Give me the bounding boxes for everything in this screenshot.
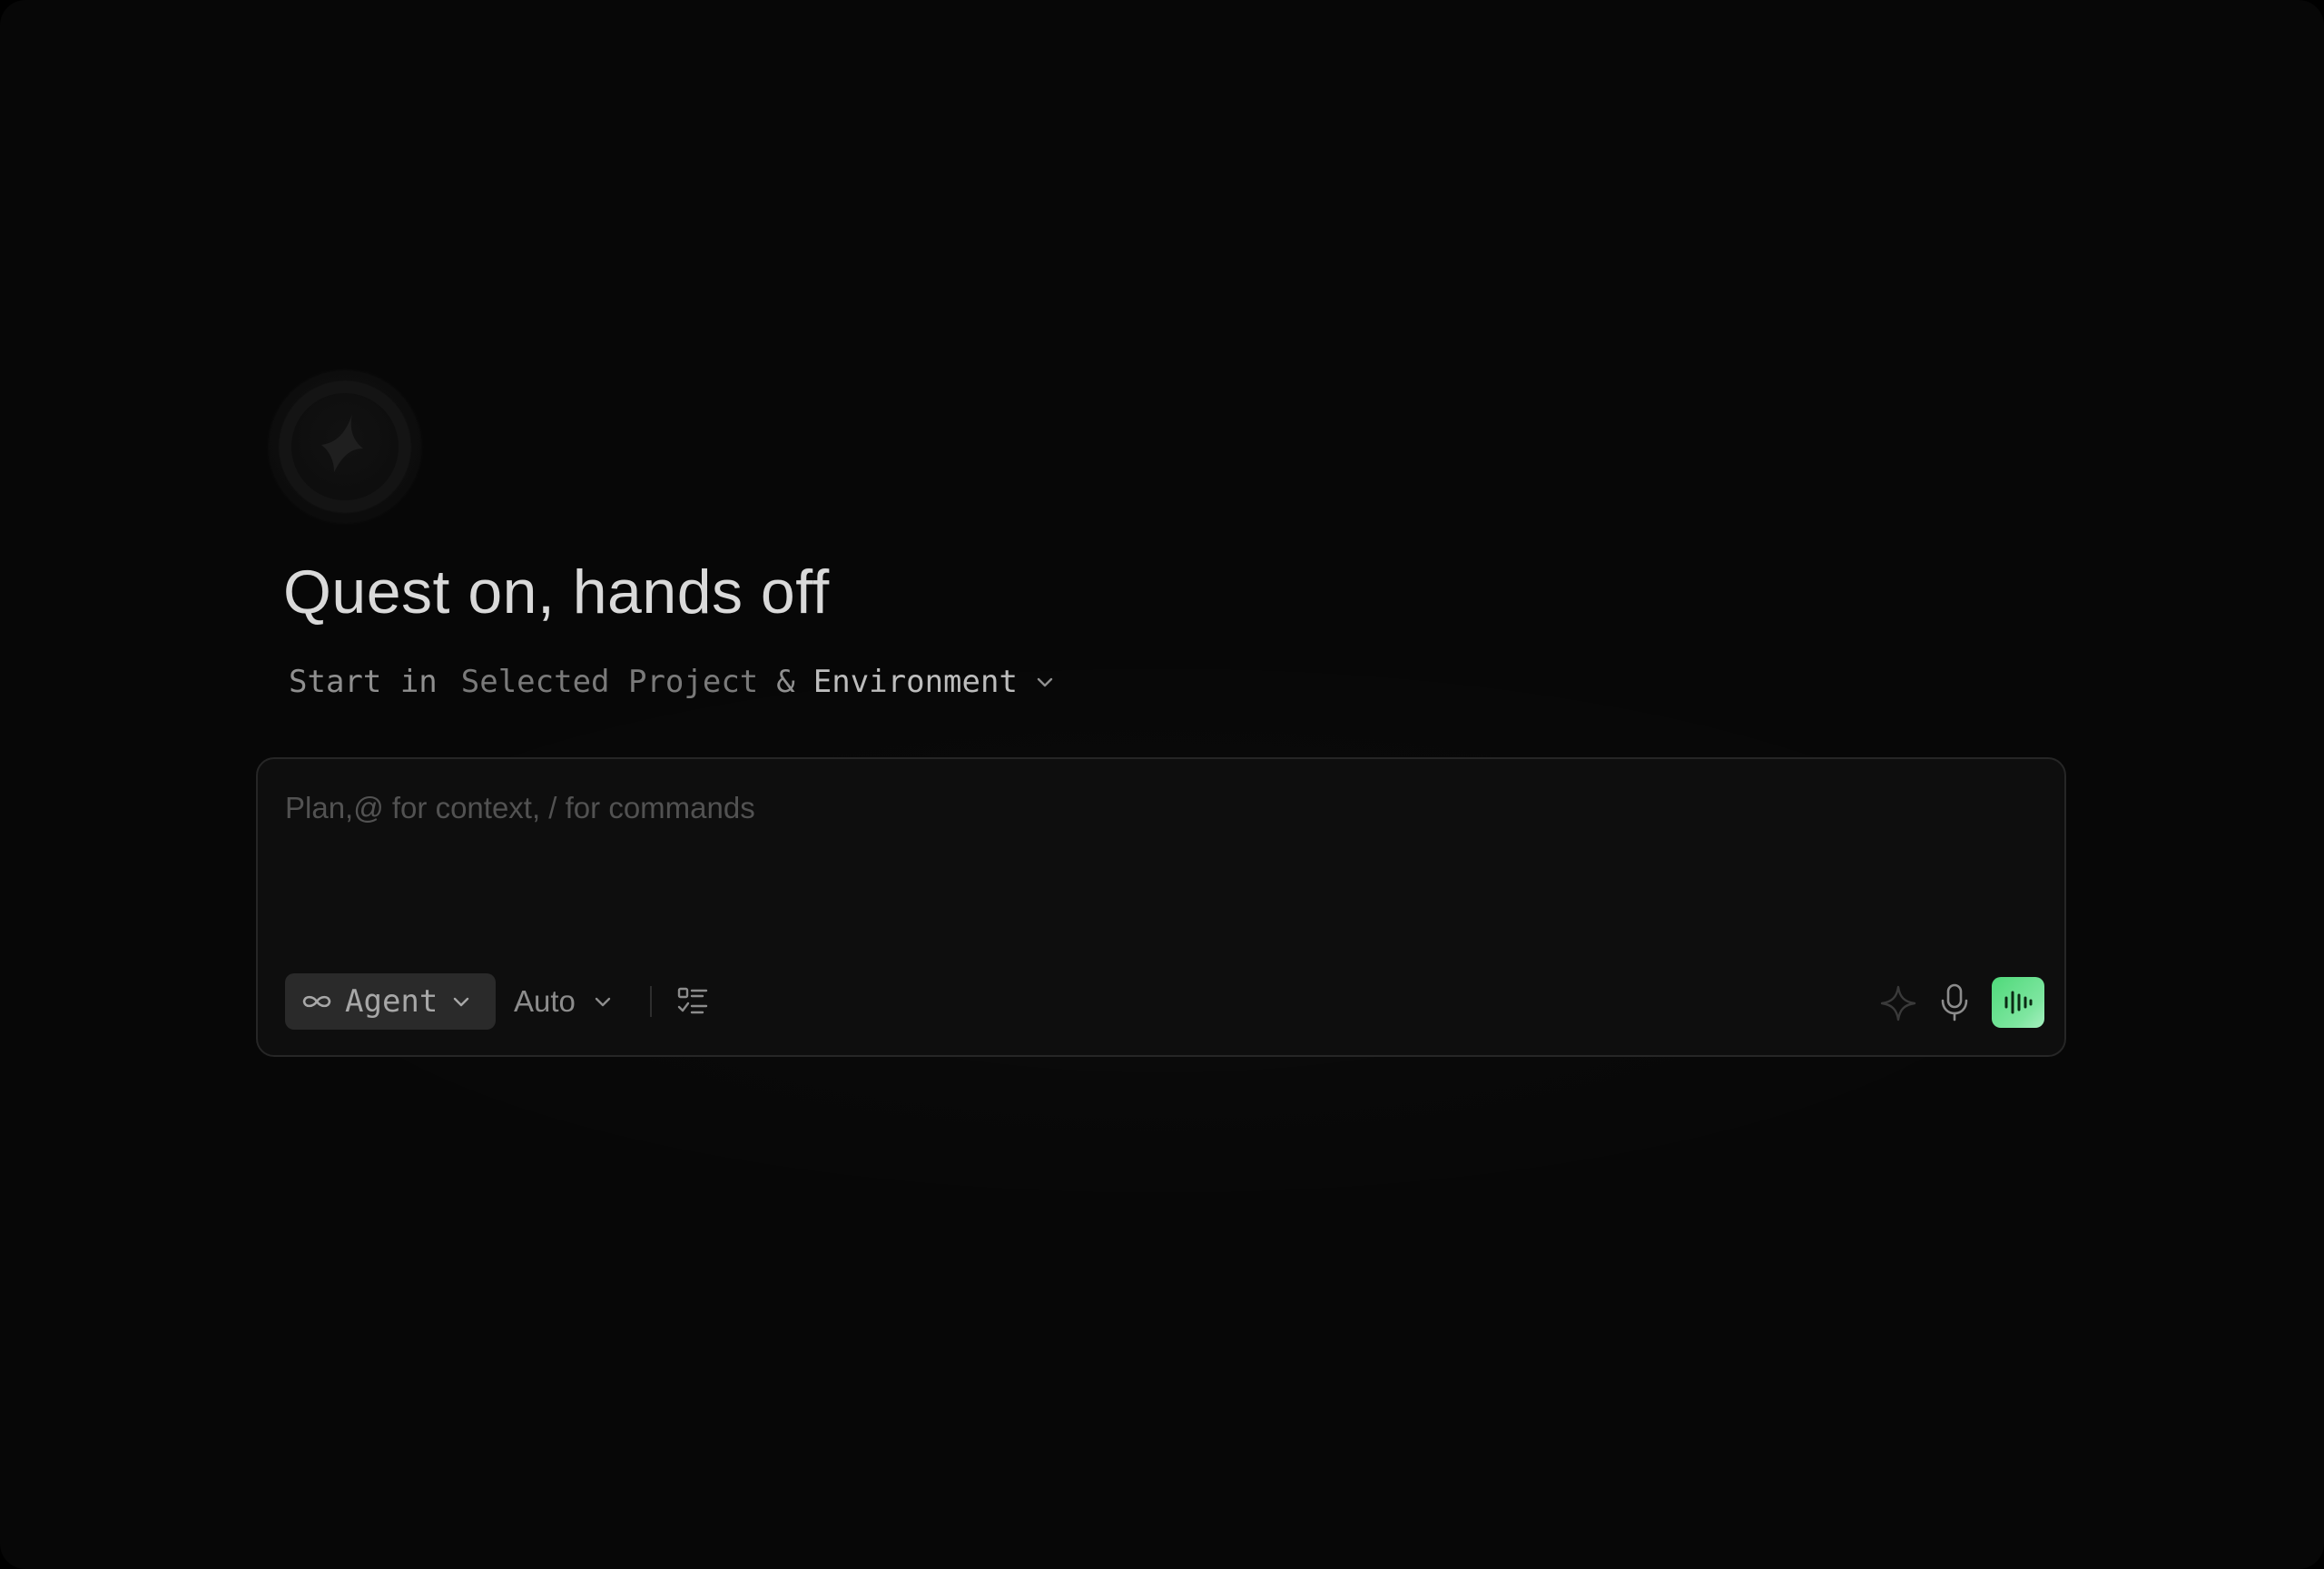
star-logo-icon — [269, 370, 421, 523]
agent-mode-button[interactable]: Agent — [285, 973, 496, 1030]
chevron-down-icon — [592, 991, 614, 1012]
project-label: Selected Project — [460, 664, 759, 700]
sparkle-icon[interactable] — [1879, 984, 1917, 1022]
chevron-down-icon — [450, 991, 472, 1012]
audio-wave-icon — [2003, 989, 2034, 1016]
start-in-row: Start in Selected Project & Environment — [289, 659, 1056, 705]
agent-mode-label: Agent — [345, 983, 438, 1020]
ampersand-label: & — [776, 664, 795, 700]
prompt-composer: Agent Auto — [256, 757, 2066, 1057]
project-environment-selector[interactable]: Selected Project & Environment — [461, 664, 1056, 700]
infinity-icon — [300, 991, 334, 1012]
toolbar-divider — [650, 986, 652, 1017]
environment-label: Environment — [812, 664, 1018, 700]
voice-mode-button[interactable] — [1992, 977, 2044, 1028]
page-title: Quest on, hands off — [283, 558, 830, 627]
app-window: Quest on, hands off Start in Selected Pr… — [0, 0, 2324, 1569]
start-in-label: Start in — [289, 664, 438, 700]
model-label: Auto — [514, 984, 576, 1018]
prompt-input[interactable] — [285, 786, 2037, 932]
chevron-down-icon — [1034, 671, 1056, 693]
checklist-icon[interactable] — [675, 984, 710, 1019]
model-selector[interactable]: Auto — [514, 973, 614, 1030]
microphone-icon[interactable] — [1935, 982, 1974, 1022]
